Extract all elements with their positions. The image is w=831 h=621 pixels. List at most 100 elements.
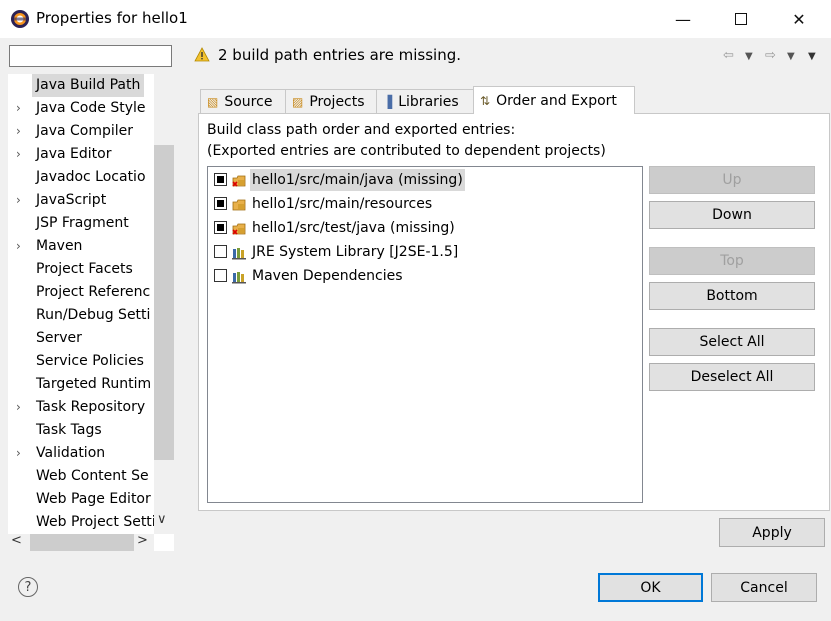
export-checkbox[interactable]: [214, 269, 227, 282]
tab-order-and-export[interactable]: ⇅ Order and Export: [473, 86, 635, 114]
list-item-label: Maven Dependencies: [252, 268, 403, 284]
tree-item[interactable]: Web Content Se: [8, 465, 154, 488]
panel-description-line1: Build class path order and exported entr…: [207, 122, 516, 138]
tree-item[interactable]: Java Build Path: [8, 74, 154, 97]
tree-item[interactable]: › Java Editor: [8, 143, 154, 166]
tree-item-label: JavaScript: [36, 192, 107, 208]
export-checkbox[interactable]: [214, 197, 227, 210]
list-item-label: hello1/src/test/java (missing): [252, 220, 455, 236]
export-checkbox[interactable]: [214, 173, 227, 186]
expand-chevron-icon[interactable]: ›: [16, 235, 26, 258]
export-checkbox[interactable]: [214, 245, 227, 258]
forward-arrow-icon[interactable]: ⇨: [765, 48, 776, 63]
chevron-down-icon[interactable]: ∨: [157, 512, 167, 527]
libraries-icon: ▐: [383, 94, 393, 109]
top-button[interactable]: Top: [649, 247, 815, 275]
tree-vertical-scroll-thumb[interactable]: [154, 145, 174, 460]
tab-projects[interactable]: ▨ Projects: [285, 89, 377, 113]
missing-source-folder-icon: [232, 221, 247, 235]
tree-item[interactable]: Targeted Runtim: [8, 373, 154, 396]
tree-item-label: Project Facets: [36, 261, 133, 277]
panel-description-line2: (Exported entries are contributed to dep…: [207, 143, 606, 159]
tree-item[interactable]: Project Facets: [8, 258, 154, 281]
down-button[interactable]: Down: [649, 201, 815, 229]
expand-chevron-icon[interactable]: ›: [16, 396, 26, 419]
tree-item[interactable]: Run/Debug Setti: [8, 304, 154, 327]
tree-item[interactable]: Service Policies: [8, 350, 154, 373]
list-item-label: JRE System Library [J2SE-1.5]: [252, 244, 459, 260]
tree-horizontal-scroll-thumb[interactable]: [30, 534, 134, 551]
expand-chevron-icon[interactable]: ›: [16, 120, 26, 143]
tree-item-label: Server: [36, 330, 82, 346]
tree-item[interactable]: Project Referenc: [8, 281, 154, 304]
tree-item-label: Java Editor: [36, 146, 112, 162]
tree-item[interactable]: › JavaScript: [8, 189, 154, 212]
ok-button-label: OK: [640, 579, 661, 596]
minimize-icon: —: [675, 9, 691, 29]
top-button-label: Top: [720, 253, 744, 269]
expand-chevron-icon[interactable]: ›: [16, 442, 26, 465]
expand-chevron-icon[interactable]: ›: [16, 97, 26, 120]
tree-item[interactable]: › Maven: [8, 235, 154, 258]
tab-libraries-label: Libraries: [398, 93, 459, 110]
header-message: 2 build path entries are missing.: [218, 46, 461, 64]
forward-dropdown-icon[interactable]: ▼: [787, 51, 795, 62]
tree-item-label: Java Code Style: [36, 100, 146, 116]
tree-item[interactable]: JSP Fragment: [8, 212, 154, 235]
up-button[interactable]: Up: [649, 166, 815, 194]
ok-button[interactable]: OK: [598, 573, 703, 602]
view-menu-icon[interactable]: ▼: [808, 51, 816, 62]
maximize-button[interactable]: [718, 0, 764, 38]
back-dropdown-icon[interactable]: ▼: [745, 51, 753, 62]
window-title: Properties for hello1: [36, 9, 188, 27]
library-icon: [232, 269, 247, 284]
tree-item[interactable]: › Validation: [8, 442, 154, 465]
list-item-label: hello1/src/main/resources: [252, 196, 433, 212]
build-path-entries-list[interactable]: hello1/src/main/java (missing) hello1/src…: [207, 166, 643, 503]
deselect-all-button-label: Deselect All: [690, 369, 774, 385]
cancel-button[interactable]: Cancel: [711, 573, 817, 602]
tree-item[interactable]: Javadoc Locatio: [8, 166, 154, 189]
bottom-button-label: Bottom: [706, 288, 758, 304]
apply-button[interactable]: Apply: [719, 518, 825, 547]
tree-item[interactable]: › Task Repository: [8, 396, 154, 419]
maximize-icon: [735, 13, 747, 25]
export-checkbox[interactable]: [214, 221, 227, 234]
chevron-left-icon[interactable]: <: [11, 533, 22, 548]
help-icon[interactable]: ?: [18, 577, 38, 597]
tree-item-label: Task Repository: [36, 399, 146, 415]
tree-item[interactable]: › Java Code Style: [8, 97, 154, 120]
tree-item[interactable]: Server: [8, 327, 154, 350]
minimize-button[interactable]: —: [660, 0, 706, 38]
tree-item[interactable]: › Java Compiler: [8, 120, 154, 143]
select-all-button[interactable]: Select All: [649, 328, 815, 356]
tree-item[interactable]: Web Project Setti: [8, 511, 154, 534]
tree-item-label: Java Build Path: [32, 74, 145, 97]
tree-item-label: Java Compiler: [36, 123, 134, 139]
warning-icon: [194, 47, 210, 62]
tree-item-label: JSP Fragment: [36, 215, 129, 231]
library-icon: [232, 245, 247, 260]
tab-libraries[interactable]: ▐ Libraries: [376, 89, 474, 113]
bottom-button[interactable]: Bottom: [649, 282, 815, 310]
expand-chevron-icon[interactable]: ›: [16, 189, 26, 212]
tree-item[interactable]: Task Tags: [8, 419, 154, 442]
tree-item[interactable]: Web Page Editor: [8, 488, 154, 511]
close-icon: ✕: [792, 9, 806, 29]
tree-item-label: Maven: [36, 238, 83, 254]
back-arrow-icon[interactable]: ⇦: [723, 48, 734, 63]
property-page-tree[interactable]: Java Build Path › Java Code Style › Java Com…: [8, 74, 174, 551]
tab-source[interactable]: ▧ Source: [200, 89, 286, 113]
down-button-label: Down: [712, 207, 752, 223]
filter-input[interactable]: [9, 45, 172, 67]
apply-button-label: Apply: [752, 524, 792, 541]
chevron-right-icon[interactable]: >: [137, 533, 148, 548]
tree-item-label: Web Content Se: [36, 468, 149, 484]
close-button[interactable]: ✕: [776, 0, 822, 38]
projects-folder-icon: ▨: [292, 94, 304, 109]
source-folder-icon: [232, 197, 247, 211]
up-button-label: Up: [722, 172, 742, 188]
deselect-all-button[interactable]: Deselect All: [649, 363, 815, 391]
select-all-button-label: Select All: [699, 334, 765, 350]
expand-chevron-icon[interactable]: ›: [16, 143, 26, 166]
